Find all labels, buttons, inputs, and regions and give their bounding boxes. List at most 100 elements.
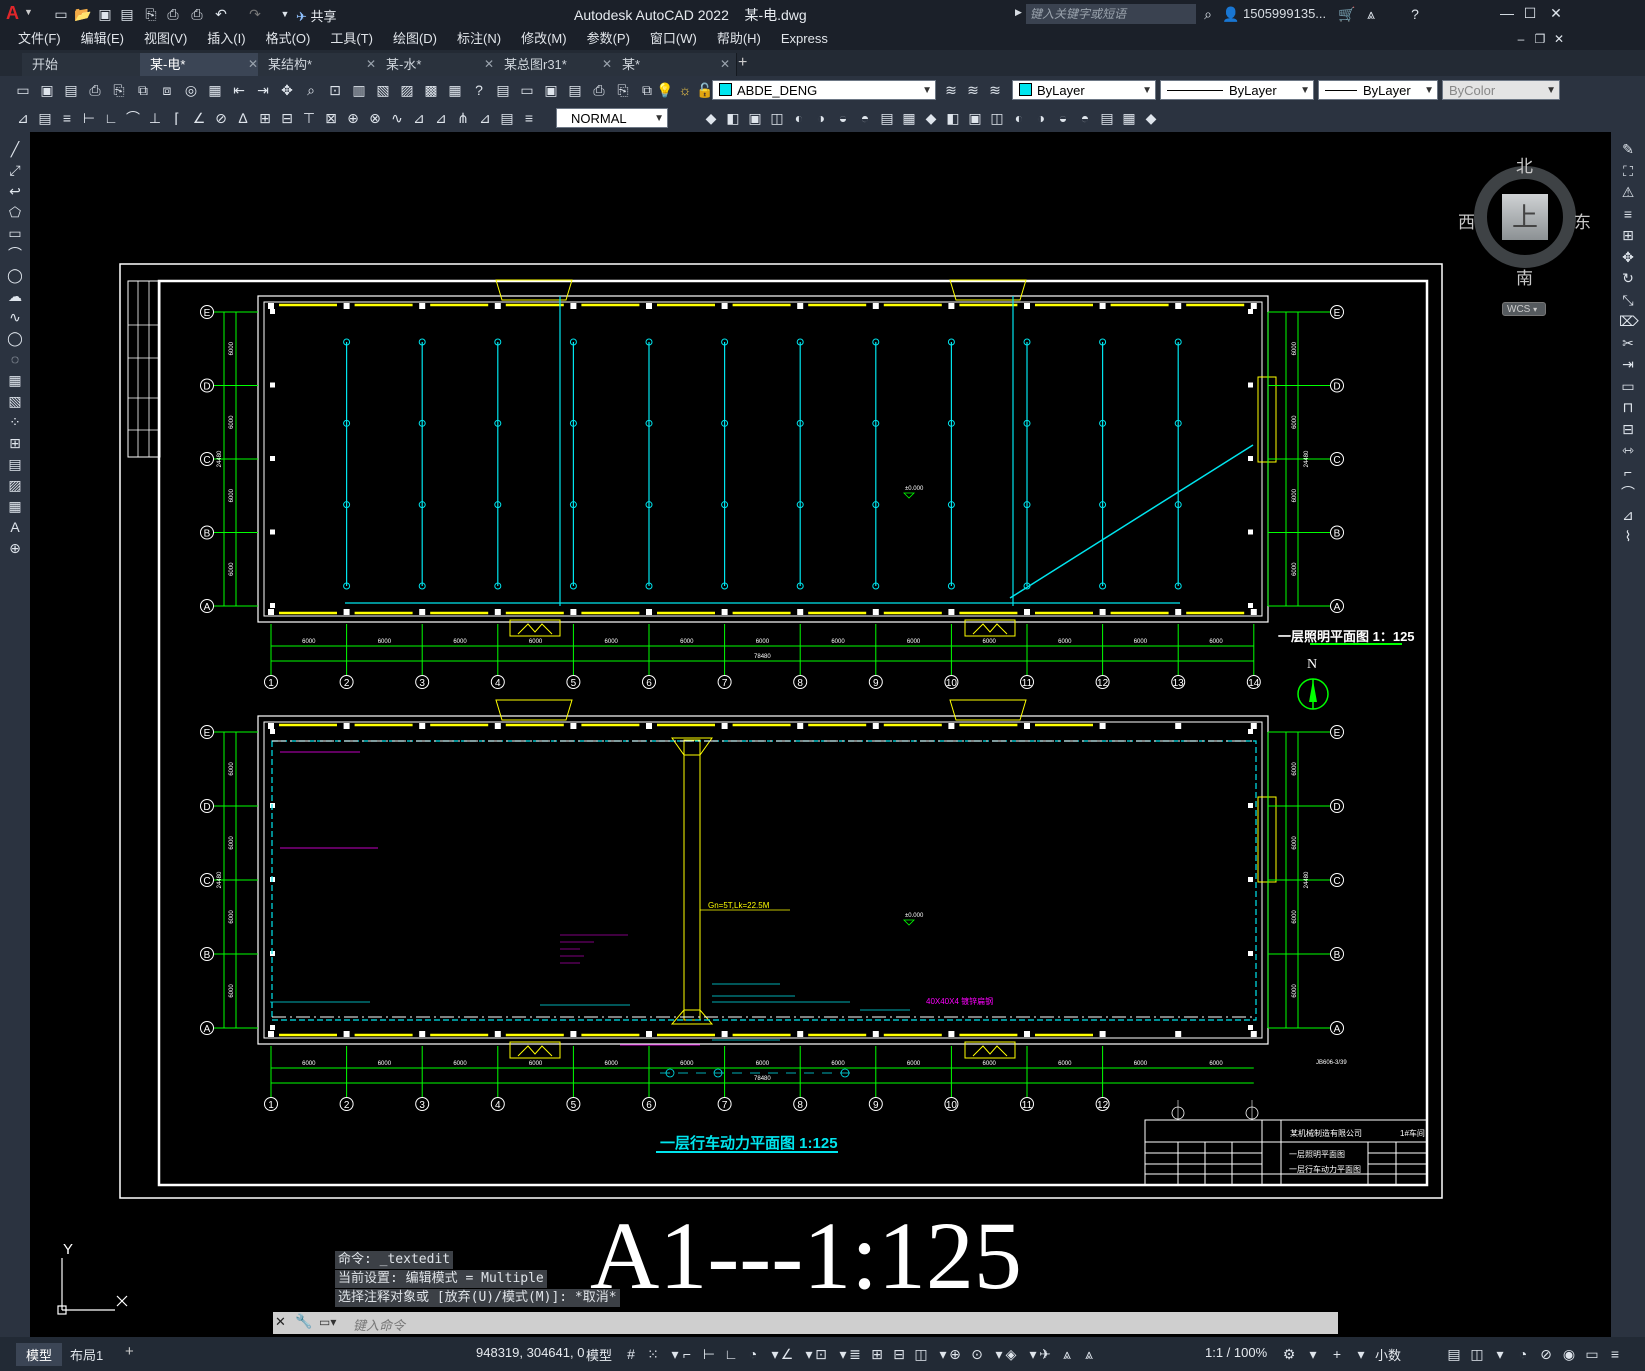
status-extra-1-icon[interactable]: ◫ [1468, 1345, 1486, 1363]
open-icon[interactable]: 📂 [74, 5, 92, 23]
draw-tool-9-icon[interactable]: ◯ [6, 329, 24, 347]
std-tool-20-icon[interactable]: ▤ [494, 81, 512, 99]
compass-west[interactable]: 西 [1458, 208, 1475, 233]
status-extra-6-icon[interactable]: ▭ [1583, 1345, 1601, 1363]
modify-tool-0-icon[interactable]: ✎ [1619, 140, 1637, 158]
std-tool-16-icon[interactable]: ▨ [398, 81, 416, 99]
std-tool-2-icon[interactable]: ▤ [62, 81, 80, 99]
style-tool-2-icon[interactable]: ▣ [746, 109, 764, 127]
std-tool-14-icon[interactable]: ▥ [350, 81, 368, 99]
dim-tool-9-icon[interactable]: ⊘ [212, 109, 230, 127]
modify-tool-18-icon[interactable]: ⌇ [1619, 527, 1637, 545]
dim-tool-5-icon[interactable]: ⌒ [124, 109, 142, 127]
std-tool-4-icon[interactable]: ⎘ [110, 81, 128, 99]
doc-close-icon[interactable]: ✕ [1550, 30, 1568, 48]
modify-tool-14-icon[interactable]: ⇿ [1619, 441, 1637, 459]
menu-item-6[interactable]: 绘图(D) [383, 28, 447, 50]
std-tool-1-icon[interactable]: ▣ [38, 81, 56, 99]
status-extra-7-icon[interactable]: ≡ [1606, 1345, 1624, 1363]
status-tool-3-icon[interactable]: ▾ [1352, 1345, 1370, 1363]
std-tool-21-icon[interactable]: ▭ [518, 81, 536, 99]
draw-tool-14-icon[interactable]: ⊞ [6, 434, 24, 452]
dim-tool-16-icon[interactable]: ⊗ [366, 109, 384, 127]
command-input[interactable]: 键入命令 [353, 1315, 405, 1334]
modify-tool-13-icon[interactable]: ⊟ [1619, 420, 1637, 438]
status-toggle-1-icon[interactable]: ⁙ [644, 1345, 662, 1363]
std-tool-5-icon[interactable]: ⧉ [134, 81, 152, 99]
status-toggle-22-icon[interactable]: ✈ [1036, 1345, 1054, 1363]
style-tool-0-icon[interactable]: ◆ [702, 109, 720, 127]
status-toggle-10-icon[interactable]: ⊡ [812, 1345, 830, 1363]
tab-close-icon[interactable]: ✕ [248, 53, 258, 76]
viewcube-face[interactable]: 上 [1502, 194, 1548, 240]
close-command-icon[interactable]: ✕ [275, 1314, 289, 1332]
style-tool-10-icon[interactable]: ◆ [922, 109, 940, 127]
style-tool-19-icon[interactable]: ▦ [1120, 109, 1138, 127]
dim-tool-1-icon[interactable]: ▤ [36, 109, 54, 127]
linetype-dropdown[interactable]: ByLayer ▼ [1160, 80, 1314, 100]
status-extra-4-icon[interactable]: ⊘ [1537, 1345, 1555, 1363]
modify-tool-12-icon[interactable]: ⊓ [1619, 398, 1637, 416]
text-style-dropdown[interactable]: NORMAL ▼ [556, 108, 668, 128]
draw-tool-5-icon[interactable]: ⌒ [6, 245, 24, 263]
layer-tool-3-icon[interactable]: ≋ [986, 81, 1004, 99]
menu-item-10[interactable]: 窗口(W) [640, 28, 707, 50]
doc-restore-icon[interactable]: ❐ [1531, 30, 1549, 48]
style-tool-9-icon[interactable]: ▦ [900, 109, 918, 127]
draw-tool-4-icon[interactable]: ▭ [6, 224, 24, 242]
status-toggle-23-icon[interactable]: ⩓ [1058, 1345, 1076, 1363]
dim-tool-23-icon[interactable]: ≡ [520, 109, 538, 127]
dim-tool-12-icon[interactable]: ⊟ [278, 109, 296, 127]
modify-tool-1-icon[interactable]: ⛶ [1619, 162, 1637, 180]
layer-tool-2-icon[interactable]: ≋ [964, 81, 982, 99]
status-toggle-3-icon[interactable]: ⌐ [678, 1345, 696, 1363]
bulb-icon[interactable]: 💡 [656, 81, 674, 99]
draw-tool-15-icon[interactable]: ▤ [6, 455, 24, 473]
customize-arrow-icon[interactable]: ▼ [276, 5, 294, 23]
style-tool-6-icon[interactable]: ◒ [834, 109, 852, 127]
style-tool-12-icon[interactable]: ▣ [966, 109, 984, 127]
style-tool-13-icon[interactable]: ◫ [988, 109, 1006, 127]
std-tool-12-icon[interactable]: ⌕ [302, 81, 320, 99]
search-icon[interactable]: ⌕ [1199, 5, 1217, 23]
model-space-button[interactable]: 模型 [586, 1345, 612, 1364]
std-tool-7-icon[interactable]: ◎ [182, 81, 200, 99]
compass-east[interactable]: 东 [1574, 208, 1591, 233]
draw-tool-8-icon[interactable]: ∿ [6, 308, 24, 326]
modify-tool-3-icon[interactable]: ≡ [1619, 205, 1637, 223]
draw-tool-2-icon[interactable]: ↩ [6, 182, 24, 200]
std-tool-15-icon[interactable]: ▧ [374, 81, 392, 99]
user-icon[interactable]: 👤 [1222, 5, 1240, 23]
tab-close-icon[interactable]: ✕ [366, 53, 376, 76]
draw-tool-11-icon[interactable]: ▦ [6, 371, 24, 389]
modify-tool-6-icon[interactable]: ↻ [1619, 269, 1637, 287]
style-tool-4-icon[interactable]: ◐ [790, 109, 808, 127]
tab-close-icon[interactable]: ✕ [602, 53, 612, 76]
draw-tool-6-icon[interactable]: ◯ [6, 266, 24, 284]
undo-icon[interactable]: ↶ [212, 5, 230, 23]
std-tool-25-icon[interactable]: ⎘ [614, 81, 632, 99]
layout-tab-model[interactable]: 模型 [16, 1343, 63, 1366]
menu-item-1[interactable]: 编辑(E) [71, 28, 134, 50]
std-tool-8-icon[interactable]: ▦ [206, 81, 224, 99]
units-dropdown[interactable]: 小数 [1375, 1345, 1401, 1364]
tab-4[interactable]: 某总图r31* ✕ [494, 53, 619, 76]
draw-tool-17-icon[interactable]: ▦ [6, 497, 24, 515]
draw-tool-0-icon[interactable]: ╱ [6, 140, 24, 158]
draw-tool-16-icon[interactable]: ▨ [6, 476, 24, 494]
style-tool-16-icon[interactable]: ◒ [1054, 109, 1072, 127]
draw-tool-18-icon[interactable]: A [6, 518, 24, 536]
tab-1[interactable]: 某-电* ✕ [140, 53, 265, 76]
std-tool-0-icon[interactable]: ▭ [14, 81, 32, 99]
style-tool-5-icon[interactable]: ◑ [812, 109, 830, 127]
dim-tool-8-icon[interactable]: ∠ [190, 109, 208, 127]
style-tool-1-icon[interactable]: ◧ [724, 109, 742, 127]
std-tool-18-icon[interactable]: ▦ [446, 81, 464, 99]
new-tab-icon[interactable]: + [738, 54, 747, 72]
std-tool-23-icon[interactable]: ▤ [566, 81, 584, 99]
status-toggle-15-icon[interactable]: ◫ [912, 1345, 930, 1363]
maximize-icon[interactable]: ☐ [1521, 4, 1539, 22]
tab-close-icon[interactable]: ✕ [484, 53, 494, 76]
modify-tool-2-icon[interactable]: ⚠ [1619, 183, 1637, 201]
dim-tool-10-icon[interactable]: ∆ [234, 109, 252, 127]
